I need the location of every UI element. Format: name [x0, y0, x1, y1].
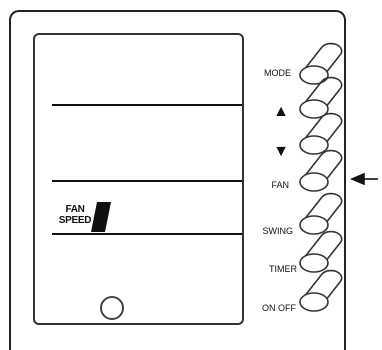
onoff-button-label[interactable]: ON OFF: [252, 303, 296, 313]
timer-button-label[interactable]: TIMER: [253, 264, 297, 274]
fan-speed-indicator-icon: [91, 202, 111, 232]
down-button-shape: [299, 112, 343, 155]
timer-button-shape: [299, 230, 343, 273]
down-button-icon[interactable]: ▼: [259, 144, 303, 160]
diagram-graphics: [91, 42, 378, 312]
fan-button-label[interactable]: FAN: [245, 180, 289, 190]
button-shapes: [299, 42, 343, 312]
up-button-icon[interactable]: ▲: [259, 104, 303, 120]
onoff-button-shape: [299, 269, 343, 312]
mode-button-label[interactable]: MODE: [247, 68, 291, 78]
pointer-arrow-icon: [349, 172, 378, 186]
swing-button-label[interactable]: SWING: [249, 226, 294, 236]
round-button[interactable]: [100, 296, 124, 320]
fan-button-shape: [299, 149, 343, 192]
up-button-shape: [299, 76, 343, 119]
swing-button-shape: [299, 192, 343, 235]
